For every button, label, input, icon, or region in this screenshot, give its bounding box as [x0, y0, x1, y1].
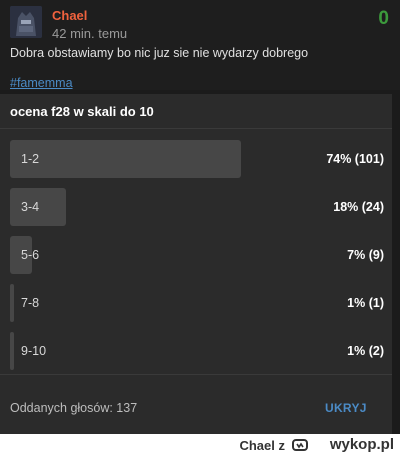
poll-title: ocena f28 w skali do 10: [10, 104, 154, 119]
avatar[interactable]: [10, 6, 42, 38]
watermark-username: Chael: [239, 438, 275, 453]
poll-option-bar: [10, 284, 14, 322]
poll-option[interactable]: 3-4 18% (24): [10, 188, 384, 226]
hide-poll-button[interactable]: UKRYJ: [325, 401, 367, 415]
poll-option-bar: [10, 332, 14, 370]
entry: Chael 42 min. temu 0 Dobra obstawiamy bo…: [0, 0, 400, 90]
divider: [0, 374, 392, 375]
divider: [0, 128, 392, 129]
poll-option[interactable]: 5-6 7% (9): [10, 236, 384, 274]
poll-option-result: 1% (2): [347, 344, 384, 358]
poll-option-result: 18% (24): [333, 200, 384, 214]
author-name[interactable]: Chael: [52, 8, 87, 23]
wykop-logo-icon: [292, 439, 308, 451]
poll-option-label: 7-8: [21, 296, 40, 310]
poll-option-label: 5-6: [21, 248, 40, 262]
poll-option-label: 9-10: [21, 344, 47, 358]
poll-option[interactable]: 1-2 74% (101): [10, 140, 384, 178]
poll-option-label: 3-4: [21, 200, 40, 214]
poll-option[interactable]: 7-8 1% (1): [10, 284, 384, 322]
poll-option-result: 1% (1): [347, 296, 384, 310]
watermark-suffix: z: [278, 438, 286, 453]
poll-option-result: 7% (9): [347, 248, 384, 262]
poll-option-result: 74% (101): [326, 152, 384, 166]
entry-text: Dobra obstawiamy bo nic juz sie nie wyda…: [10, 46, 309, 60]
poll-option[interactable]: 9-10 1% (2): [10, 332, 384, 370]
votes-count: Oddanych głosów: 137: [10, 401, 138, 415]
poll-option-label: 1-2: [21, 152, 40, 166]
wykop-logo-text: wykop.pl: [329, 436, 394, 453]
vote-score[interactable]: 0: [378, 8, 389, 30]
tag-link[interactable]: #famemma: [10, 76, 73, 90]
post-time: 42 min. temu: [52, 26, 128, 41]
poll-option-bar: [10, 140, 241, 178]
watermark-bar: Chael z wykop.pl: [0, 434, 400, 457]
poll: ocena f28 w skali do 10 1-2 74% (101) 3-…: [0, 94, 392, 434]
watermark-user: Chael z: [239, 438, 285, 453]
